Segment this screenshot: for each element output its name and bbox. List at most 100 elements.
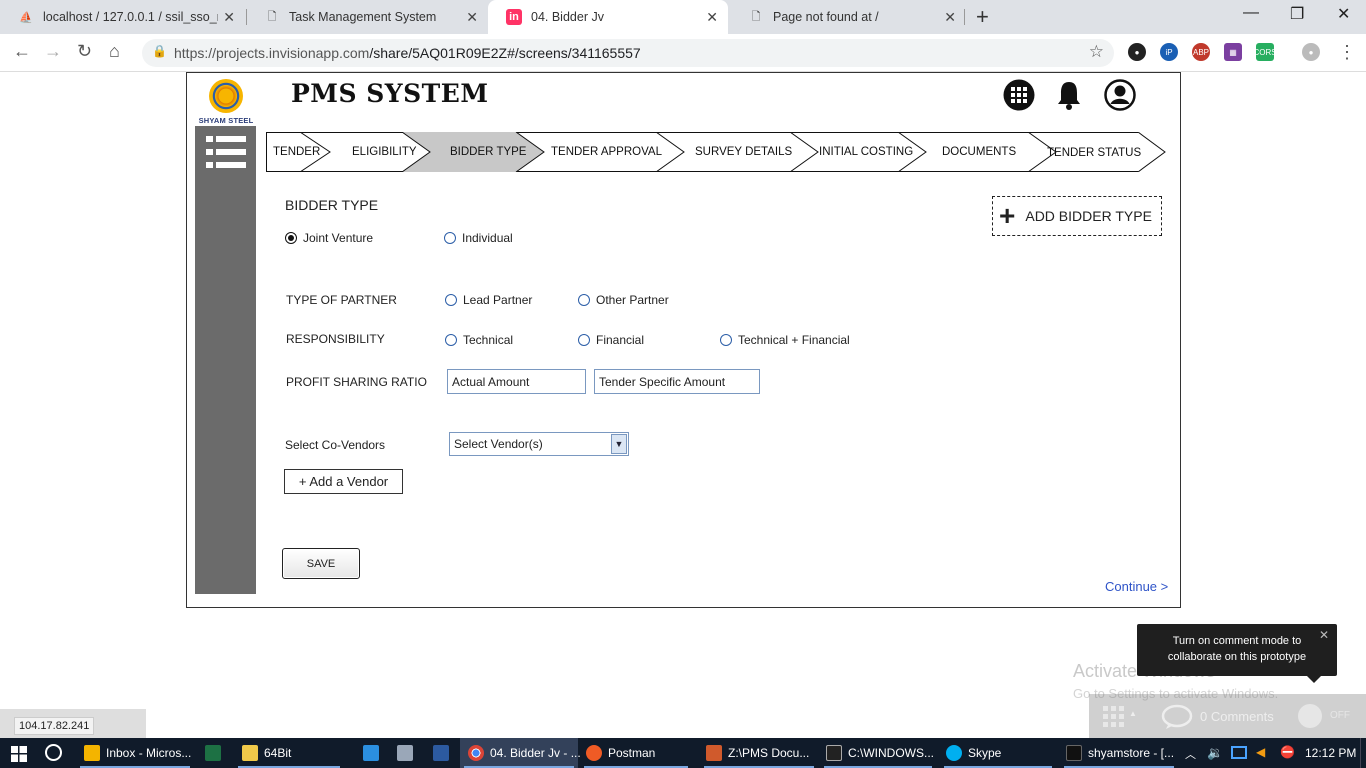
radio-financial[interactable]: Financial bbox=[578, 333, 644, 347]
close-icon[interactable]: ✕ bbox=[466, 9, 478, 26]
save-button[interactable]: SAVE bbox=[282, 548, 360, 579]
step-tender[interactable]: TENDER bbox=[273, 132, 320, 172]
taskbar-item-skype[interactable]: Skype bbox=[940, 738, 1056, 768]
tray-chevron-up-icon[interactable]: ︿ bbox=[1185, 746, 1196, 762]
radio-checked-icon bbox=[285, 232, 297, 244]
close-window-button[interactable]: ✕ bbox=[1337, 4, 1350, 24]
taskbar-item-cmd[interactable]: C:\WINDOWS... bbox=[820, 738, 936, 768]
reload-icon[interactable]: ↻ bbox=[77, 41, 92, 62]
tab-title: Task Management System bbox=[289, 10, 437, 24]
new-tab-button[interactable]: + bbox=[976, 4, 989, 30]
minimize-button[interactable]: — bbox=[1243, 4, 1259, 22]
tab-page-not-found[interactable]: 🗋 Page not found at / ✕ bbox=[730, 0, 966, 34]
close-icon[interactable]: ✕ bbox=[223, 9, 235, 26]
actual-amount-input[interactable]: Actual Amount bbox=[447, 369, 586, 394]
step-bidder-type[interactable]: BIDDER TYPE bbox=[450, 132, 526, 172]
close-icon[interactable]: ✕ bbox=[944, 9, 956, 26]
type-of-partner-label: TYPE OF PARTNER bbox=[286, 293, 397, 307]
taskbar-item-folder[interactable]: 64Bit bbox=[234, 738, 344, 768]
continue-link[interactable]: Continue > bbox=[1105, 579, 1168, 594]
comment-mode-toggle[interactable]: OFF bbox=[1298, 704, 1356, 728]
restore-button[interactable]: ❐ bbox=[1290, 4, 1304, 24]
extension-ip-icon[interactable]: iP bbox=[1160, 43, 1178, 61]
tender-specific-amount-input[interactable]: Tender Specific Amount bbox=[594, 369, 760, 394]
taskbar-item-label: 04. Bidder Jv - ... bbox=[490, 746, 581, 760]
extension-grid-icon[interactable]: ▦ bbox=[1224, 43, 1242, 61]
taskbar-item-tool[interactable] bbox=[390, 738, 420, 768]
radio-lead-partner[interactable]: Lead Partner bbox=[445, 293, 532, 307]
radio-unchecked-icon bbox=[578, 294, 590, 306]
vscode-icon bbox=[363, 745, 379, 761]
radio-other-partner[interactable]: Other Partner bbox=[578, 293, 669, 307]
extension-adblock-icon[interactable]: ABP bbox=[1192, 43, 1210, 61]
network-tray-icon[interactable]: ⛔ bbox=[1280, 745, 1295, 759]
step-survey-details[interactable]: SURVEY DETAILS bbox=[695, 132, 792, 172]
hamburger-menu-icon[interactable] bbox=[206, 136, 246, 170]
sidebar bbox=[195, 126, 256, 594]
speaker-icon[interactable]: 🔉 bbox=[1207, 745, 1223, 761]
profile-avatar[interactable]: ● bbox=[1302, 43, 1320, 61]
vendor-select[interactable]: Select Vendor(s) ▼ bbox=[449, 432, 629, 456]
tab-title: 04. Bidder Jv bbox=[531, 10, 604, 24]
browser-tab-strip: ⛵ localhost / 127.0.0.1 / ssil_sso_ms ✕ … bbox=[0, 0, 1366, 34]
url-text[interactable]: https://projects.invisionapp.com/share/5… bbox=[174, 45, 641, 61]
extension-color-icon[interactable]: ● bbox=[1128, 43, 1146, 61]
notification-bell-icon[interactable] bbox=[1053, 79, 1085, 111]
radio-technical[interactable]: Technical bbox=[445, 333, 513, 347]
taskbar-item-phpstorm[interactable]: shyamstore - [... bbox=[1060, 738, 1178, 768]
volume-tray-icon[interactable]: ◀ bbox=[1256, 745, 1265, 759]
defender-tray-icon[interactable] bbox=[1231, 746, 1247, 759]
show-desktop-button[interactable] bbox=[1360, 738, 1366, 768]
tab-phpmyadmin[interactable]: ⛵ localhost / 127.0.0.1 / ssil_sso_ms ✕ bbox=[0, 0, 245, 34]
radio-unchecked-icon bbox=[445, 334, 457, 346]
add-bidder-type-button[interactable]: + ADD BIDDER TYPE bbox=[992, 196, 1162, 236]
taskbar-item-vscode[interactable] bbox=[356, 738, 386, 768]
close-icon[interactable]: ✕ bbox=[1319, 627, 1329, 643]
comment-bubble-icon[interactable] bbox=[1161, 704, 1193, 730]
taskbar-item-chrome[interactable]: 04. Bidder Jv - ... bbox=[460, 738, 581, 768]
radio-joint-venture[interactable]: Joint Venture bbox=[285, 231, 373, 245]
taskbar-item-label: shyamstore - [... bbox=[1088, 746, 1175, 760]
home-icon[interactable]: ⌂ bbox=[109, 41, 120, 62]
chevron-down-icon[interactable]: ▼ bbox=[611, 434, 627, 454]
step-eligibility[interactable]: ELIGIBILITY bbox=[352, 132, 417, 172]
tab-task-management[interactable]: 🗋 Task Management System ✕ bbox=[246, 0, 488, 34]
taskbar-item-pms-docs[interactable]: Z:\PMS Docu... bbox=[700, 738, 818, 768]
taskbar-item-label: C:\WINDOWS... bbox=[848, 746, 934, 760]
apps-grid-icon[interactable] bbox=[1003, 79, 1035, 111]
radio-individual[interactable]: Individual bbox=[444, 231, 513, 245]
menu-dots-icon[interactable]: ⋮ bbox=[1338, 42, 1356, 63]
radio-technical-financial[interactable]: Technical + Financial bbox=[720, 333, 850, 347]
step-tender-approval[interactable]: TENDER APPROVAL bbox=[551, 132, 662, 172]
back-arrow-icon[interactable]: ← bbox=[13, 41, 31, 62]
bookmark-star-icon[interactable]: ☆ bbox=[1089, 42, 1104, 62]
taskbar-item-excel[interactable] bbox=[198, 738, 228, 768]
extension-cors-icon[interactable]: CORS bbox=[1253, 43, 1277, 61]
screens-grid-icon[interactable] bbox=[1103, 706, 1125, 728]
windows-start-icon[interactable] bbox=[11, 746, 27, 762]
tab-bidder-jv[interactable]: in 04. Bidder Jv ✕ bbox=[488, 0, 728, 34]
chrome-icon bbox=[468, 745, 484, 761]
clock-time[interactable]: 12:12 PM bbox=[1305, 746, 1356, 760]
step-tender-status[interactable]: TENDER STATUS bbox=[1047, 133, 1141, 173]
caret-up-icon[interactable]: ▲ bbox=[1129, 709, 1137, 718]
forward-arrow-icon[interactable]: → bbox=[44, 41, 62, 62]
step-initial-costing[interactable]: INITIAL COSTING bbox=[819, 132, 913, 172]
document-app-icon bbox=[706, 745, 722, 761]
step-documents[interactable]: DOCUMENTS bbox=[942, 132, 1016, 172]
cortana-search-icon[interactable] bbox=[45, 744, 62, 761]
taskbar-item-postman[interactable]: Postman bbox=[580, 738, 692, 768]
document-icon: 🗋 bbox=[751, 10, 761, 23]
taskbar-item-outlook[interactable]: Inbox - Micros... bbox=[76, 738, 194, 768]
comments-count[interactable]: 0 Comments bbox=[1200, 709, 1274, 724]
taskbar-item-powershell[interactable] bbox=[426, 738, 456, 768]
add-vendor-button[interactable]: + Add a Vendor bbox=[284, 469, 403, 494]
address-bar[interactable]: 🔒 https://projects.invisionapp.com/share… bbox=[142, 39, 1114, 67]
close-icon[interactable]: ✕ bbox=[706, 9, 718, 26]
taskbar-item-label: Skype bbox=[968, 746, 1002, 760]
user-profile-icon[interactable] bbox=[1104, 79, 1136, 111]
radio-label: Other Partner bbox=[596, 293, 669, 307]
invision-toolbar: ▲ 0 Comments OFF bbox=[1089, 694, 1366, 738]
page-title: PMS SYSTEM bbox=[291, 79, 489, 108]
radio-label: Financial bbox=[596, 333, 645, 347]
